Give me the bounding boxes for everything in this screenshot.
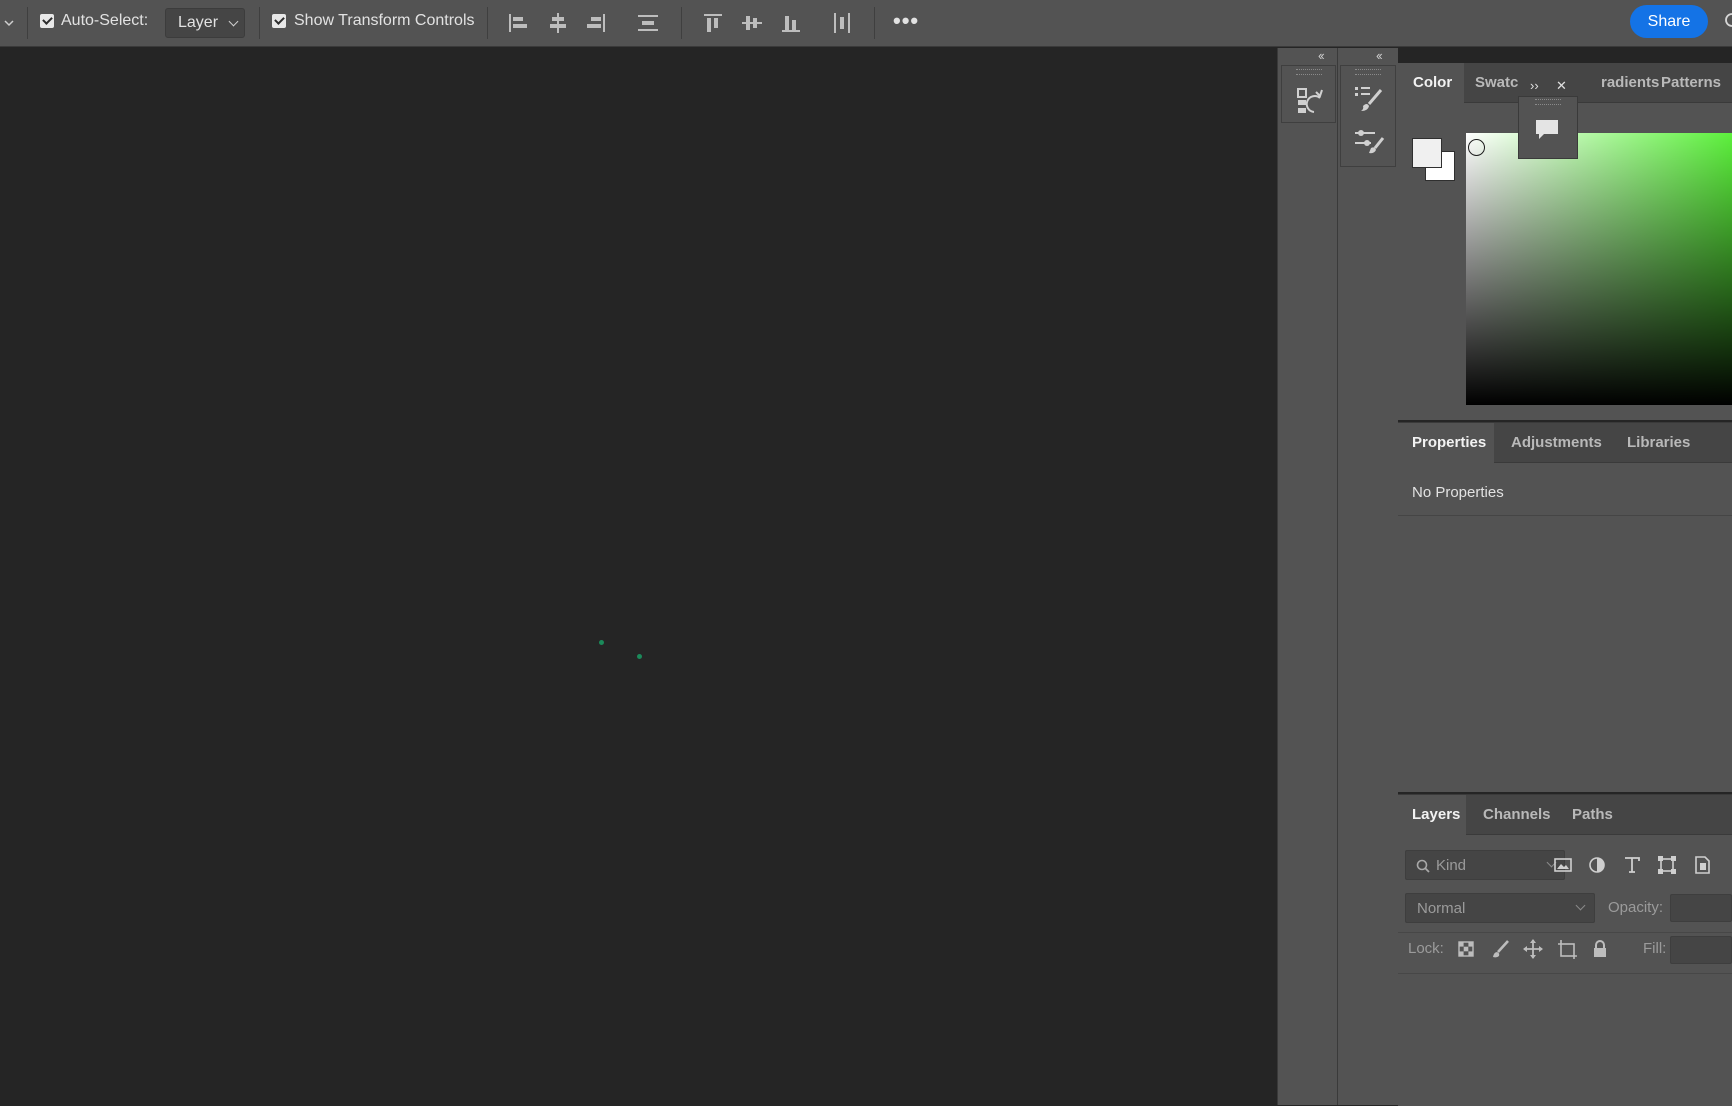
tab-patterns-label: Patterns — [1661, 74, 1722, 91]
close-panel-button[interactable]: ✕ — [1556, 78, 1567, 94]
layers-list[interactable] — [1398, 974, 1732, 1106]
search-icon[interactable] — [1722, 10, 1732, 32]
blend-mode-value: Normal — [1417, 900, 1466, 917]
color-picker-cursor[interactable] — [1468, 139, 1485, 156]
expand-panel-button[interactable]: ›› — [1530, 78, 1539, 93]
drag-grip[interactable] — [1535, 99, 1561, 105]
filter-pixel-layers-icon[interactable] — [1552, 854, 1574, 876]
auto-select-target-dropdown[interactable]: Layer — [165, 8, 245, 38]
fill-input[interactable] — [1670, 936, 1732, 964]
no-properties-text: No Properties — [1412, 484, 1504, 501]
align-bottom-edges-icon[interactable] — [779, 11, 803, 35]
distribute-vertical-icon[interactable] — [636, 11, 660, 35]
comments-icon[interactable] — [1534, 118, 1560, 142]
chevron-down-icon — [1575, 900, 1586, 911]
fill-label: Fill: — [1643, 940, 1667, 957]
lock-all-icon[interactable] — [1589, 938, 1611, 960]
brush-settings-icon[interactable] — [1353, 84, 1385, 114]
separator — [874, 7, 875, 39]
filter-shape-layers-icon[interactable] — [1656, 854, 1678, 876]
tool-preset-chevron-icon[interactable] — [3, 17, 15, 29]
loading-spinner-dot — [599, 640, 604, 645]
show-transform-controls-label: Show Transform Controls — [294, 12, 475, 29]
show-transform-controls-checkbox[interactable] — [272, 14, 286, 28]
tab-color[interactable]: Color — [1398, 63, 1464, 103]
opacity-input[interactable] — [1670, 894, 1732, 922]
brush-panel-group — [1340, 65, 1396, 167]
color-picker-field[interactable] — [1466, 133, 1732, 405]
filter-smart-objects-icon[interactable] — [1691, 854, 1713, 876]
drag-grip[interactable] — [1296, 69, 1322, 75]
layer-filter-kind-dropdown[interactable]: Kind — [1405, 850, 1565, 880]
dropdown-value: Layer — [178, 14, 219, 31]
separator — [681, 7, 682, 39]
tool-presets-icon[interactable] — [1353, 126, 1385, 156]
document-canvas[interactable] — [0, 48, 1277, 1105]
separator — [27, 7, 28, 39]
drag-grip[interactable] — [1355, 69, 1381, 75]
tab-properties[interactable]: Properties — [1398, 423, 1494, 463]
options-bar: Auto-Select: Layer Show Transform Contro… — [0, 0, 1732, 47]
distribute-horizontal-icon[interactable] — [830, 11, 854, 35]
lock-transparent-pixels-icon[interactable] — [1455, 938, 1477, 960]
tab-adjustments[interactable]: Adjustments — [1511, 423, 1611, 463]
lock-position-icon[interactable] — [1522, 938, 1544, 960]
share-button[interactable]: Share — [1630, 5, 1708, 38]
tab-layers[interactable]: Layers — [1398, 795, 1466, 835]
blend-mode-dropdown[interactable]: Normal — [1405, 893, 1595, 923]
collapse-dock-button[interactable]: ‹‹ — [1318, 48, 1325, 66]
separator — [487, 7, 488, 39]
layers-panel-tabs: Layers Channels Paths — [1398, 795, 1732, 835]
floating-panel-header: ›› ✕ — [1520, 78, 1576, 96]
auto-select-checkbox[interactable] — [40, 14, 54, 28]
filter-type-layers-icon[interactable] — [1621, 854, 1643, 876]
collapsed-panel-dock-1: ‹‹ — [1277, 48, 1337, 1105]
loading-spinner-dot — [637, 654, 642, 659]
divider — [1398, 515, 1732, 516]
tab-channels[interactable]: Channels — [1483, 795, 1563, 835]
properties-panel: Properties Adjustments Libraries No Prop… — [1398, 422, 1732, 792]
tab-patterns[interactable]: Patterns — [1661, 63, 1732, 103]
align-top-edges-icon[interactable] — [701, 11, 725, 35]
history-icon[interactable] — [1296, 86, 1324, 116]
lock-image-pixels-icon[interactable] — [1489, 938, 1511, 960]
align-vertical-centers-icon[interactable] — [740, 11, 764, 35]
layers-panel: Layers Channels Paths Kind Normal Opacit… — [1398, 794, 1732, 1106]
divider — [1398, 932, 1732, 933]
filter-kind-placeholder: Kind — [1436, 857, 1467, 874]
lock-label: Lock: — [1408, 940, 1444, 957]
chevron-down-icon — [228, 16, 239, 27]
auto-select-label: Auto-Select: — [61, 12, 149, 29]
more-options-button[interactable]: ••• — [893, 8, 919, 34]
foreground-color-swatch[interactable] — [1412, 138, 1442, 168]
tab-libraries[interactable]: Libraries — [1627, 423, 1707, 463]
filter-adjustment-layers-icon[interactable] — [1586, 854, 1608, 876]
opacity-label: Opacity: — [1608, 899, 1664, 916]
align-right-edges-icon[interactable] — [584, 11, 608, 35]
collapsed-panel-dock-2: ‹‹ — [1337, 48, 1398, 1105]
tab-paths[interactable]: Paths — [1572, 795, 1622, 835]
search-icon — [1416, 859, 1430, 873]
lock-artboard-icon[interactable] — [1556, 938, 1578, 960]
align-left-edges-icon[interactable] — [506, 11, 530, 35]
collapse-dock-button[interactable]: ‹‹ — [1376, 48, 1383, 66]
align-horizontal-centers-icon[interactable] — [546, 11, 570, 35]
separator — [259, 7, 260, 39]
history-panel-group — [1281, 65, 1336, 123]
comments-floating-panel — [1518, 96, 1578, 159]
properties-panel-tabs: Properties Adjustments Libraries — [1398, 423, 1732, 463]
